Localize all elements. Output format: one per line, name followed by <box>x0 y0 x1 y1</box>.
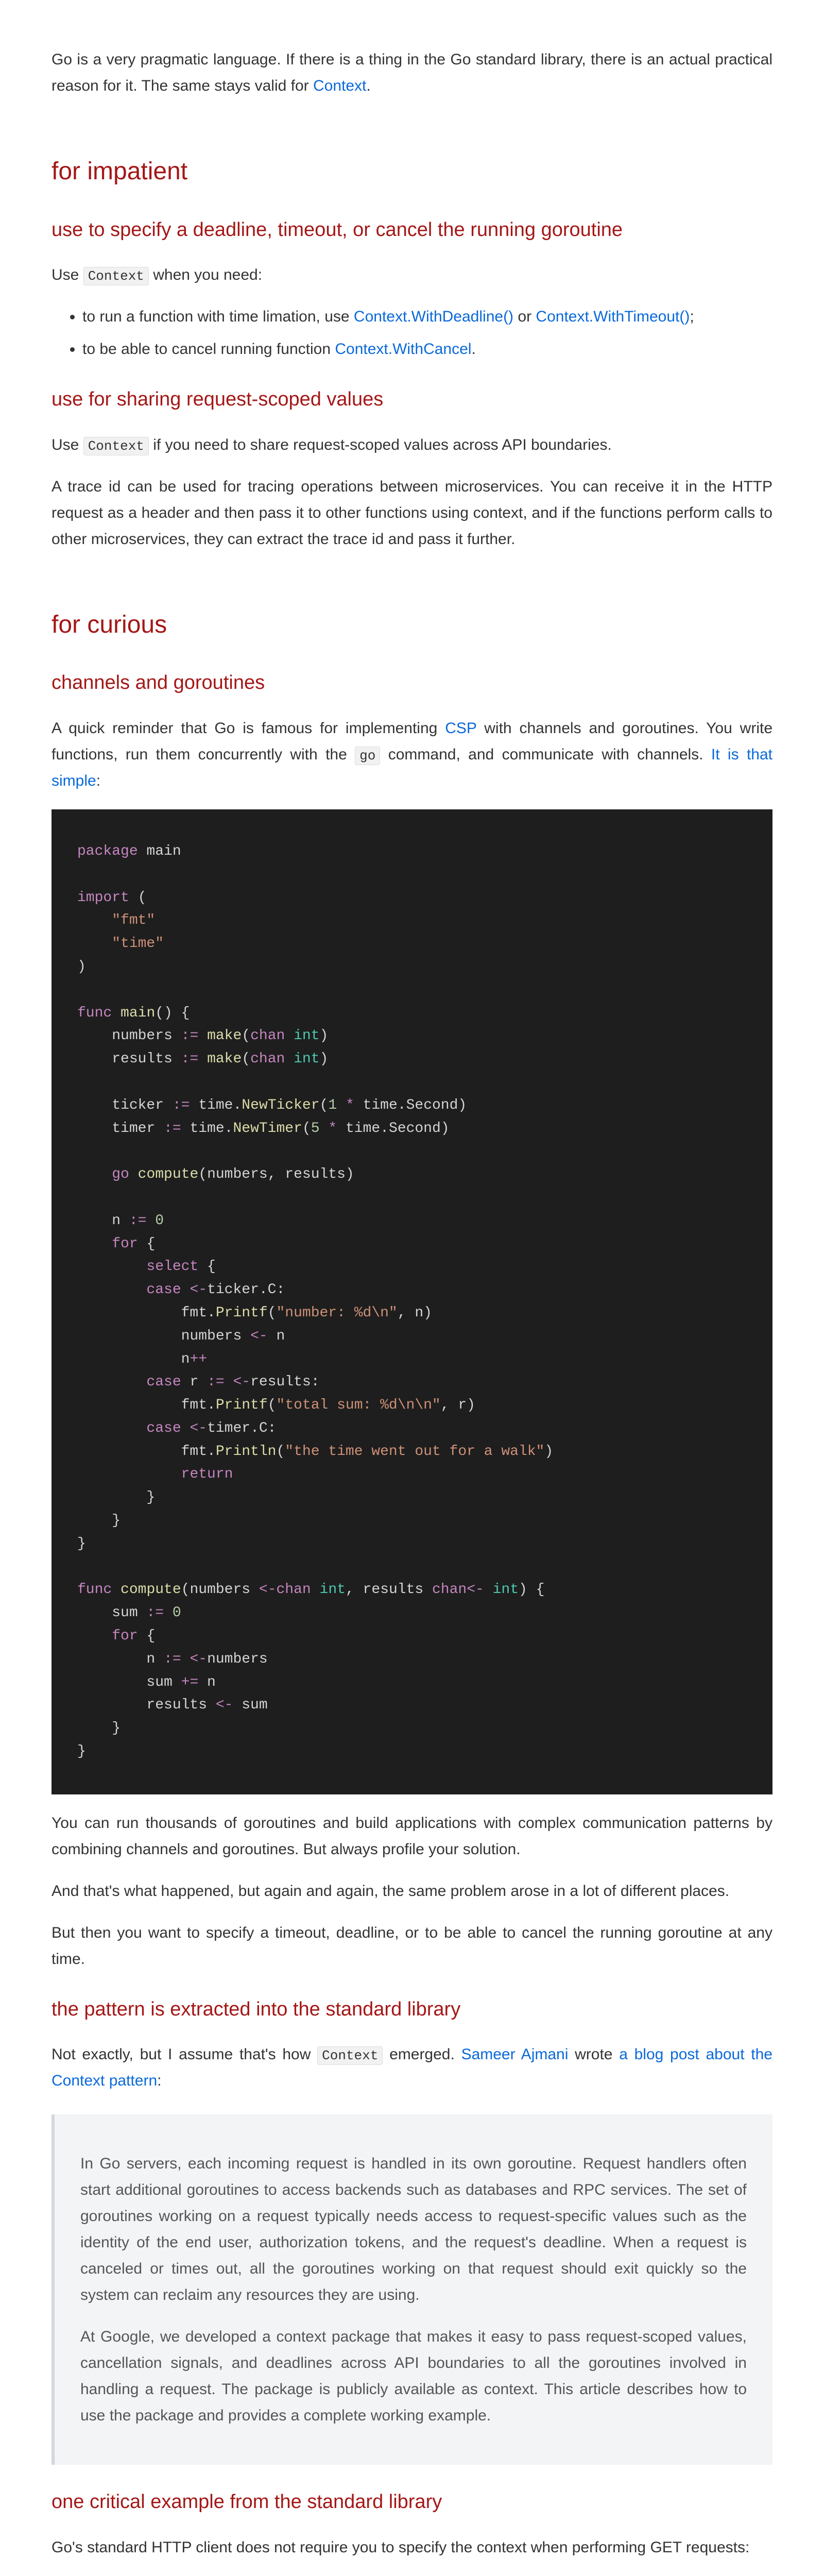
list-item: to be able to cancel running function Co… <box>82 336 772 362</box>
code-block-main: package main import ( "fmt" "time" ) fun… <box>52 809 772 1794</box>
sharing-heading: use for sharing request-scoped values <box>52 383 772 416</box>
critical-p1: Go's standard HTTP client does not requi… <box>52 2534 772 2561</box>
text: : <box>157 2072 161 2089</box>
pattern-heading: the pattern is extracted into the standa… <box>52 1993 772 2026</box>
context-code: Context <box>83 267 149 285</box>
quote-p2: At Google, we developed a context packag… <box>80 2324 747 2429</box>
text: . <box>366 77 370 94</box>
text: if you need to share request-scoped valu… <box>149 436 612 453</box>
for-curious-heading: for curious <box>52 604 772 646</box>
sharing-paragraph-1: Use Context if you need to share request… <box>52 432 772 458</box>
after-code-p1: You can run thousands of goroutines and … <box>52 1810 772 1862</box>
use-deadline-heading: use to specify a deadline, timeout, or c… <box>52 213 772 247</box>
with-timeout-link[interactable]: Context.WithTimeout() <box>536 308 690 325</box>
with-deadline-link[interactable]: Context.WithDeadline() <box>354 308 513 325</box>
curious-paragraph: A quick reminder that Go is famous for i… <box>52 715 772 794</box>
for-impatient-heading: for impatient <box>52 150 772 193</box>
impatient-list: to run a function with time limation, us… <box>52 303 772 362</box>
go-code: go <box>355 747 380 765</box>
text: or <box>513 308 536 325</box>
quote-block: In Go servers, each incoming request is … <box>52 2114 772 2465</box>
after-code-p2: And that's what happened, but again and … <box>52 1878 772 1904</box>
use-context-paragraph: Use Context when you need: <box>52 262 772 288</box>
text: A quick reminder that Go is famous for i… <box>52 720 445 737</box>
sameer-link[interactable]: Sameer Ajmani <box>461 2046 569 2063</box>
text: Use <box>52 436 83 453</box>
quote-p1: In Go servers, each incoming request is … <box>80 2150 747 2308</box>
text: emerged. <box>383 2046 461 2063</box>
text: to run a function with time limation, us… <box>82 308 354 325</box>
context-code: Context <box>317 2046 383 2065</box>
intro-paragraph: Go is a very pragmatic language. If ther… <box>52 46 772 99</box>
text: . <box>471 341 475 358</box>
critical-heading: one critical example from the standard l… <box>52 2485 772 2519</box>
text: command, and communicate with channels. <box>380 746 711 763</box>
context-code: Context <box>83 437 149 455</box>
text: Not exactly, but I assume that's how <box>52 2046 317 2063</box>
csp-link[interactable]: CSP <box>445 720 476 737</box>
list-item: to run a function with time limation, us… <box>82 303 772 330</box>
text: wrote <box>568 2046 619 2063</box>
text: Go is a very pragmatic language. If ther… <box>52 51 772 94</box>
after-code-p3: But then you want to specify a timeout, … <box>52 1920 772 1972</box>
text: ; <box>690 308 694 325</box>
with-cancel-link[interactable]: Context.WithCancel <box>335 341 471 358</box>
pattern-paragraph: Not exactly, but I assume that's how Con… <box>52 2041 772 2094</box>
channels-heading: channels and goroutines <box>52 666 772 700</box>
text: Use <box>52 266 83 283</box>
sharing-paragraph-2: A trace id can be used for tracing opera… <box>52 473 772 552</box>
context-link[interactable]: Context <box>313 77 366 94</box>
text: to be able to cancel running function <box>82 341 335 358</box>
text: : <box>96 772 100 789</box>
text: when you need: <box>149 266 262 283</box>
